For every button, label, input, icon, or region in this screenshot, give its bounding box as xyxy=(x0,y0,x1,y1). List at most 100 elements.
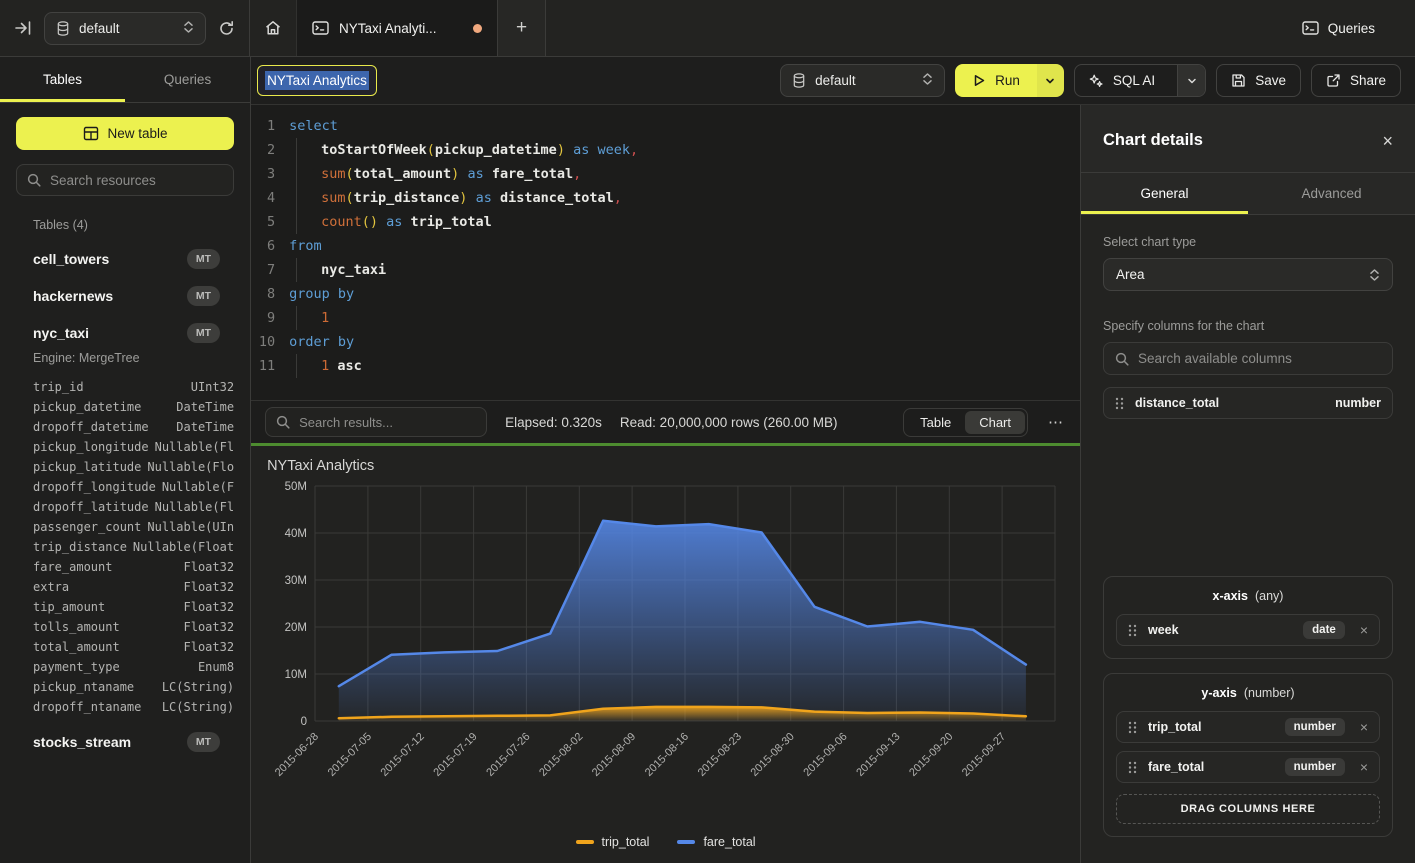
chart-canvas[interactable]: 010M20M30M40M50M2015-06-282015-07-052015… xyxy=(265,478,1066,833)
column-name: tolls_amount xyxy=(33,617,120,637)
remove-column-icon[interactable]: × xyxy=(1360,719,1368,735)
editor-line[interactable]: 7nyc_taxi xyxy=(251,258,1080,282)
sidebar-tabs: Tables Queries xyxy=(0,57,250,103)
table-engine-label: Engine: MergeTree xyxy=(33,351,234,365)
run-options-dropdown[interactable] xyxy=(1037,64,1064,97)
sql-editor[interactable]: 1select2toStartOfWeek(pickup_datetime) a… xyxy=(251,105,1080,400)
editor-line[interactable]: 5count() as trip_total xyxy=(251,210,1080,234)
column-row: dropoff_longitudeNullable(F xyxy=(33,477,234,497)
save-button[interactable]: Save xyxy=(1216,64,1301,97)
line-number: 3 xyxy=(251,162,275,186)
queries-button[interactable]: Queries xyxy=(1288,0,1389,56)
column-type: Nullable(Fl xyxy=(155,437,234,457)
code-text: count() as trip_total xyxy=(275,210,492,234)
chart-legend: trip_total fare_total xyxy=(265,833,1066,863)
more-options-icon[interactable]: ⋯ xyxy=(1046,413,1066,431)
legend-item-trip_total[interactable]: trip_total xyxy=(576,835,650,849)
panel-spacer xyxy=(1103,419,1393,562)
line-number: 1 xyxy=(251,114,275,138)
search-icon xyxy=(1115,352,1129,366)
sql-ai-dropdown[interactable] xyxy=(1177,65,1205,96)
legend-item-fare_total[interactable]: fare_total xyxy=(677,835,755,849)
tab-general[interactable]: General xyxy=(1081,173,1248,214)
line-number: 8 xyxy=(251,282,275,306)
remove-column-icon[interactable]: × xyxy=(1360,622,1368,638)
x-axis-title: x-axis xyxy=(1213,589,1248,603)
column-type-badge: date xyxy=(1303,621,1345,639)
editor-line[interactable]: 3sum(total_amount) as fare_total, xyxy=(251,162,1080,186)
column-row: trip_distanceNullable(Float xyxy=(33,537,234,557)
tables-list: cell_towers MT hackernews MT nyc_taxi MT… xyxy=(16,249,234,752)
run-button[interactable]: Run xyxy=(955,64,1037,97)
table-view-toggle[interactable]: Table xyxy=(906,411,965,434)
results-view-toggle: Table Chart xyxy=(903,408,1028,437)
tab-advanced[interactable]: Advanced xyxy=(1248,173,1415,214)
chart-type-value: Area xyxy=(1116,267,1145,282)
column-name: week xyxy=(1148,623,1179,637)
editor-line[interactable]: 4sum(trip_distance) as distance_total, xyxy=(251,186,1080,210)
column-type: DateTime xyxy=(176,417,234,437)
svg-text:0: 0 xyxy=(301,716,307,728)
database-selector[interactable]: default xyxy=(44,12,206,45)
y-axis-chip-trip-total[interactable]: trip_total number × xyxy=(1116,711,1380,743)
editor-line[interactable]: 8group by xyxy=(251,282,1080,306)
column-name: pickup_ntaname xyxy=(33,677,134,697)
y-axis-chip-fare-total[interactable]: fare_total number × xyxy=(1116,751,1380,783)
home-tab-button[interactable] xyxy=(250,0,296,56)
results-search-input[interactable]: Search results... xyxy=(265,407,487,437)
query-title-selected-text: NYTaxi Analytics xyxy=(265,71,369,90)
editor-line[interactable]: 2toStartOfWeek(pickup_datetime) as week, xyxy=(251,138,1080,162)
code-text: 1 asc xyxy=(275,354,362,378)
table-row-hackernews[interactable]: hackernews MT xyxy=(33,286,234,306)
save-icon xyxy=(1231,73,1246,88)
column-name: passenger_count xyxy=(33,517,141,537)
remove-column-icon[interactable]: × xyxy=(1360,759,1368,775)
column-type: Float32 xyxy=(184,557,235,577)
drag-handle-icon[interactable] xyxy=(1128,624,1137,637)
column-row: pickup_longitudeNullable(Fl xyxy=(33,437,234,457)
sidebar-search-input[interactable]: Search resources xyxy=(16,164,234,196)
new-table-button[interactable]: New table xyxy=(16,117,234,150)
editor-line[interactable]: 6from xyxy=(251,234,1080,258)
column-row: payment_typeEnum8 xyxy=(33,657,234,677)
chart-type-select[interactable]: Area xyxy=(1103,258,1393,291)
close-icon[interactable]: × xyxy=(1382,132,1393,150)
table-row-stocks-stream[interactable]: stocks_stream MT xyxy=(33,732,234,752)
sidebar-tab-tables[interactable]: Tables xyxy=(0,57,125,102)
legend-label: trip_total xyxy=(602,835,650,849)
drop-zone[interactable]: DRAG COLUMNS HERE xyxy=(1116,794,1380,824)
column-name: distance_total xyxy=(1135,396,1219,410)
column-row: pickup_datetimeDateTime xyxy=(33,397,234,417)
query-tab-active[interactable]: NYTaxi Analyti... xyxy=(296,0,498,56)
x-axis-chip-week[interactable]: week date × xyxy=(1116,614,1380,646)
sidebar-tab-queries[interactable]: Queries xyxy=(125,57,250,102)
svg-text:2015-09-20: 2015-09-20 xyxy=(907,731,955,779)
refresh-icon[interactable] xyxy=(218,20,235,37)
drag-handle-icon[interactable] xyxy=(1128,721,1137,734)
engine-badge: MT xyxy=(187,732,220,752)
editor-line[interactable]: 10order by xyxy=(251,330,1080,354)
query-title-input[interactable]: NYTaxi Analytics xyxy=(257,65,377,96)
chevron-updown-icon xyxy=(183,20,194,37)
results-toolbar: Search results... Elapsed: 0.320s Read: … xyxy=(251,400,1080,443)
table-row-nyc-taxi[interactable]: nyc_taxi MT xyxy=(33,323,234,343)
line-number: 7 xyxy=(251,258,275,282)
database-icon xyxy=(792,73,806,88)
column-chip-distance-total[interactable]: distance_total number xyxy=(1103,387,1393,419)
column-name: dropoff_datetime xyxy=(33,417,149,437)
share-button[interactable]: Share xyxy=(1311,64,1401,97)
table-row-cell-towers[interactable]: cell_towers MT xyxy=(33,249,234,269)
query-database-selector[interactable]: default xyxy=(780,64,945,97)
columns-search-input[interactable]: Search available columns xyxy=(1103,342,1393,375)
area-chart[interactable]: 010M20M30M40M50M2015-06-282015-07-052015… xyxy=(265,478,1065,796)
line-number: 6 xyxy=(251,234,275,258)
new-tab-button[interactable]: + xyxy=(498,0,546,56)
drag-handle-icon[interactable] xyxy=(1128,761,1137,774)
drag-handle-icon[interactable] xyxy=(1115,397,1124,410)
chart-view-toggle[interactable]: Chart xyxy=(965,411,1025,434)
sql-ai-button[interactable]: SQL AI xyxy=(1075,65,1168,96)
editor-line[interactable]: 1select xyxy=(251,114,1080,138)
collapse-sidebar-icon[interactable] xyxy=(14,19,32,37)
editor-line[interactable]: 91 xyxy=(251,306,1080,330)
editor-line[interactable]: 111 asc xyxy=(251,354,1080,378)
